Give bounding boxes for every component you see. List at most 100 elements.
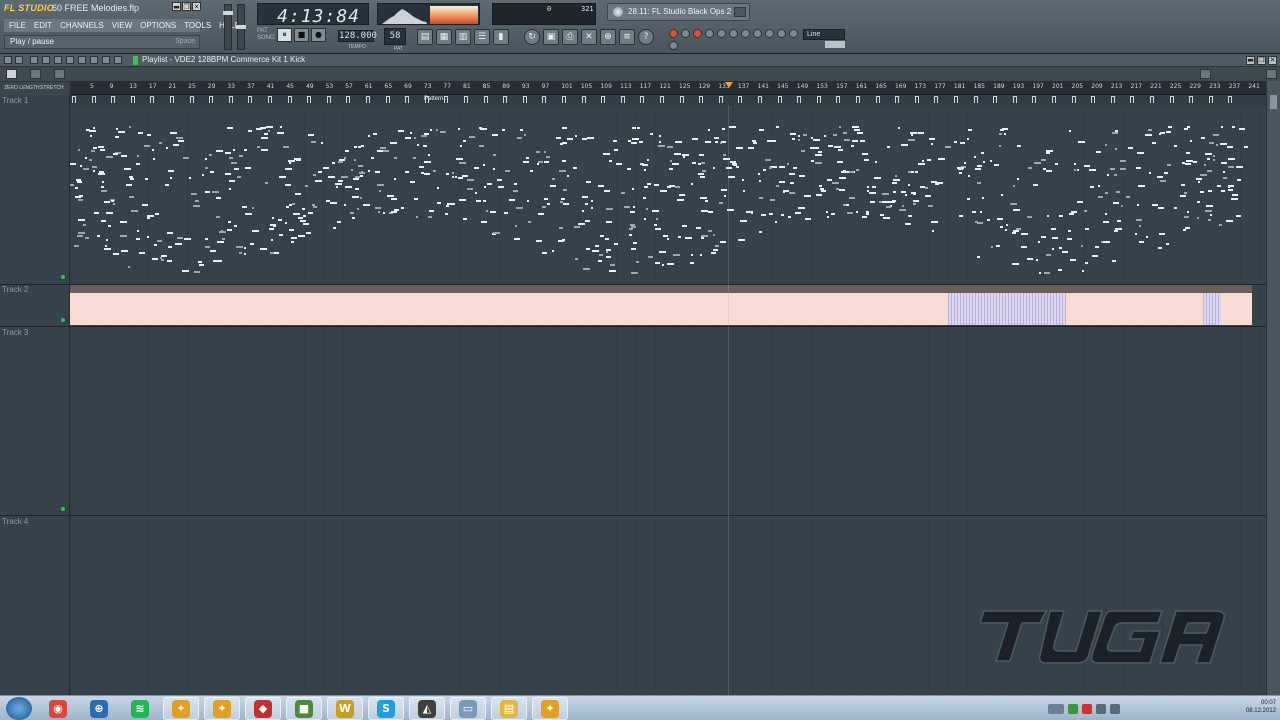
pattern-marker[interactable]: [797, 96, 802, 103]
tempo-display[interactable]: 128.000: [338, 30, 377, 42]
playlist-menu-icon[interactable]: [4, 56, 12, 64]
pattern-marker[interactable]: [483, 96, 488, 103]
snap-small-button[interactable]: [825, 41, 845, 48]
pattern-marker[interactable]: [562, 96, 566, 103]
pattern-marker[interactable]: [189, 96, 194, 103]
playlist-maximize-icon[interactable]: ❐: [1257, 56, 1266, 65]
pattern-marker[interactable]: [914, 96, 919, 103]
pattern-marker[interactable]: [718, 96, 723, 103]
menu-options[interactable]: Options: [137, 19, 179, 32]
playlist-tool-icon[interactable]: [15, 56, 23, 64]
menu-view[interactable]: View: [109, 19, 135, 32]
pattern-marker[interactable]: [836, 96, 841, 103]
pattern-marker[interactable]: [130, 96, 135, 103]
paint-tool-icon[interactable]: [42, 56, 50, 64]
pattern-marker[interactable]: [1091, 96, 1096, 103]
help-icon[interactable]: ?: [638, 29, 654, 45]
pattern-marker[interactable]: [581, 96, 586, 103]
toggle-icon[interactable]: [669, 41, 678, 50]
pattern-marker[interactable]: [1012, 96, 1017, 103]
toggle-icon[interactable]: [765, 29, 774, 38]
tray-app-icon[interactable]: [1082, 703, 1092, 714]
pause-button[interactable]: ⏸: [277, 28, 292, 42]
slice-tool-icon[interactable]: [78, 56, 86, 64]
pattern-marker[interactable]: [150, 96, 155, 103]
pattern-marker[interactable]: [464, 96, 468, 103]
toggle-red-icon[interactable]: [669, 29, 678, 38]
snap-selector[interactable]: Line: [803, 29, 845, 40]
menu-file[interactable]: File: [6, 19, 29, 32]
pattern-marker[interactable]: [816, 96, 821, 103]
toggle-icon[interactable]: [729, 29, 738, 38]
pattern-marker[interactable]: [72, 96, 76, 103]
track-2-name[interactable]: Track 2: [2, 285, 28, 294]
scroll-right-icon[interactable]: [1266, 69, 1277, 79]
delete-tool-icon[interactable]: [54, 56, 62, 64]
pattern-marker-row[interactable]: [70, 95, 1266, 105]
save-icon[interactable]: ▣: [543, 29, 559, 45]
pattern-marker[interactable]: [346, 96, 351, 103]
taskbar-network-button[interactable]: ⊕: [81, 697, 117, 720]
master-volume-slider[interactable]: [223, 4, 233, 50]
pattern-marker[interactable]: [287, 96, 292, 103]
pattern-marker[interactable]: [934, 96, 939, 103]
playlist-minimize-icon[interactable]: ▬: [1246, 56, 1255, 65]
pattern-marker[interactable]: [875, 96, 880, 103]
pattern-marker[interactable]: [1052, 96, 1056, 103]
step-sequencer-icon[interactable]: ▦: [436, 29, 452, 45]
pattern-marker[interactable]: [366, 96, 370, 103]
pattern-marker[interactable]: [307, 96, 312, 103]
draw-tool-icon[interactable]: [30, 56, 38, 64]
taskbar-spotify-button[interactable]: ≋: [122, 697, 158, 720]
track-3-indicator[interactable]: [61, 507, 65, 511]
timeline-ruler[interactable]: 5 9 13 17 21 25 29 33 37 41 45 49 53 57 61 65 69 73 77 81 85…: [70, 81, 1266, 95]
pattern-marker[interactable]: [856, 96, 860, 103]
list-icon[interactable]: ≡: [619, 29, 635, 45]
vertical-scrollbar[interactable]: [1266, 81, 1280, 695]
track-2-indicator[interactable]: [61, 318, 65, 322]
pattern-marker[interactable]: [895, 96, 900, 103]
taskbar-red-app-button[interactable]: ◆: [245, 697, 281, 720]
select-tool-icon[interactable]: [90, 56, 98, 64]
system-clock[interactable]: 00:07 08.12.2012: [1246, 699, 1276, 715]
pattern-marker[interactable]: [1208, 96, 1213, 103]
scroll-left-icon[interactable]: [1200, 69, 1211, 79]
playlist-icon[interactable]: ▤: [417, 29, 433, 45]
taskbar-wave-app-button[interactable]: ◭: [409, 697, 445, 720]
pattern-marker[interactable]: [620, 96, 625, 103]
pat-song-switch[interactable]: PAT SONG: [257, 28, 275, 42]
playlist-draw-icon[interactable]: [30, 69, 41, 79]
taskbar-skype-button[interactable]: S: [368, 697, 404, 720]
pattern-marker[interactable]: [679, 96, 684, 103]
toggle-icon[interactable]: [705, 29, 714, 38]
render-icon[interactable]: ⎙: [562, 29, 578, 45]
song-position-marker[interactable]: [725, 82, 733, 88]
pattern-marker[interactable]: [699, 96, 704, 103]
stop-button[interactable]: ■: [294, 28, 309, 42]
melody-pattern-clips[interactable]: [70, 106, 1252, 284]
playlist-option-icon[interactable]: [54, 69, 65, 79]
close-icon[interactable]: ✕: [192, 2, 201, 11]
pattern-marker[interactable]: [1110, 96, 1115, 103]
pattern-marker[interactable]: [209, 96, 214, 103]
pattern-marker[interactable]: [542, 96, 547, 103]
minimize-icon[interactable]: ▬: [172, 2, 181, 11]
pattern-marker[interactable]: [268, 96, 272, 103]
taskbar-folder-button[interactable]: ▤: [491, 697, 527, 720]
pattern-marker[interactable]: [954, 96, 958, 103]
pattern-marker[interactable]: [758, 96, 762, 103]
browser-icon[interactable]: ☰: [474, 29, 490, 45]
mute-tool-icon[interactable]: [66, 56, 74, 64]
pattern-marker[interactable]: [405, 96, 410, 103]
tray-network-icon[interactable]: [1096, 703, 1106, 714]
taskbar-fl-studio-c-button[interactable]: ✦: [532, 697, 568, 720]
toggle-red-icon[interactable]: [693, 29, 702, 38]
track-3-name[interactable]: Track 3: [2, 328, 28, 337]
pattern-marker[interactable]: [1189, 96, 1194, 103]
pattern-marker[interactable]: [777, 96, 782, 103]
pattern-marker[interactable]: [1228, 96, 1233, 103]
zoom-icon[interactable]: ⊕: [600, 29, 616, 45]
record-button[interactable]: ●: [311, 28, 326, 42]
pattern-marker[interactable]: [91, 96, 96, 103]
playback-tool-icon[interactable]: [114, 56, 122, 64]
